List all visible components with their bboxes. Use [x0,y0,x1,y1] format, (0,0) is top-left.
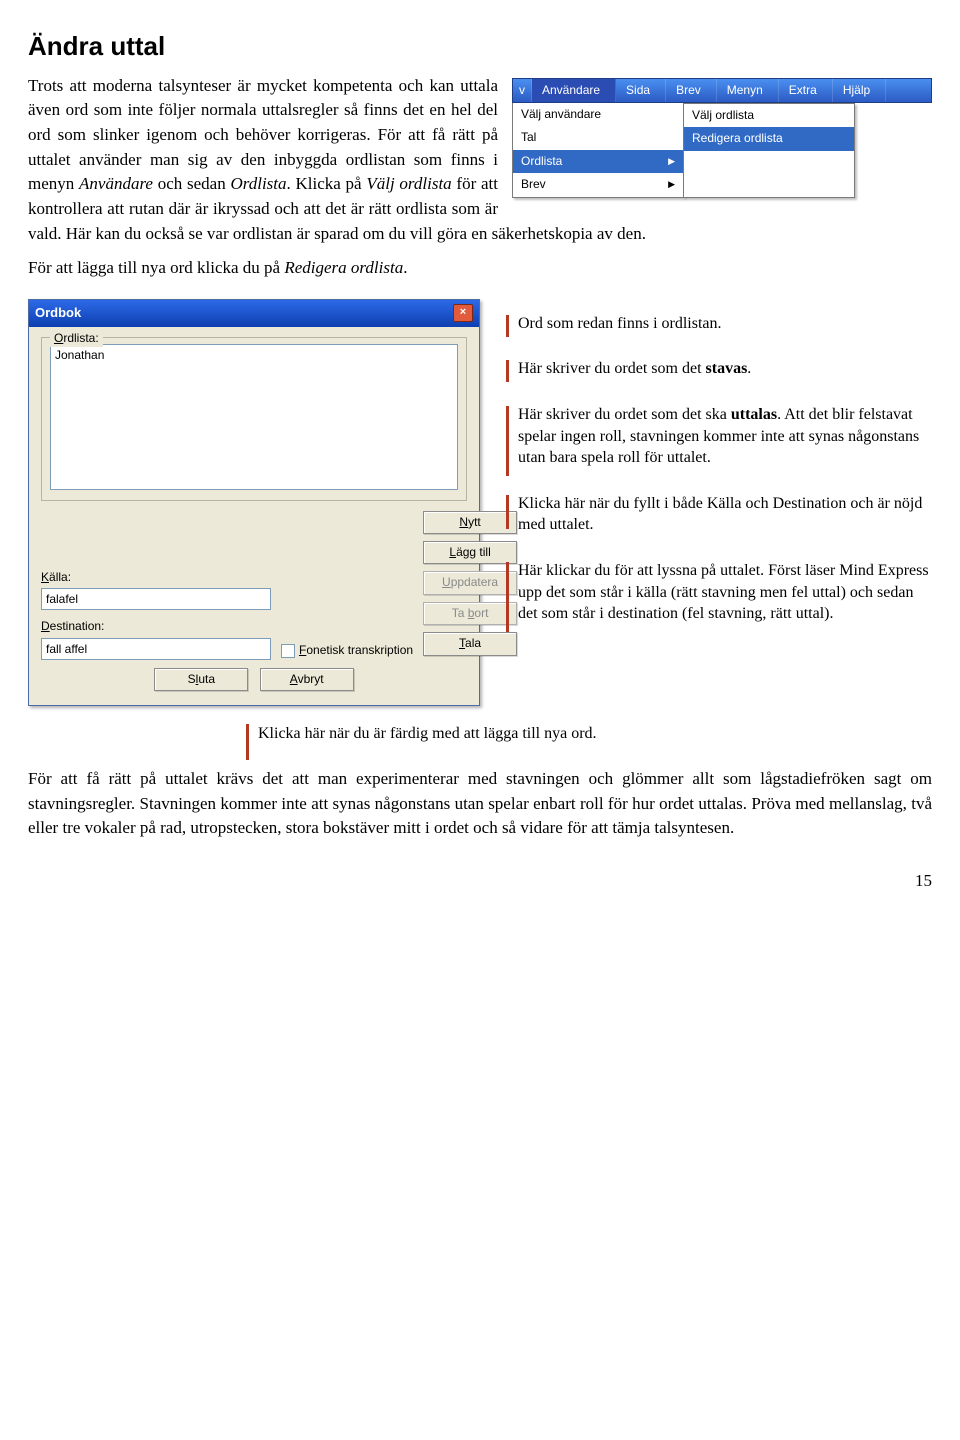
list-item[interactable]: Jonathan [55,347,453,364]
submenu-valj-ordlista[interactable]: Välj ordlista [684,104,854,127]
submenu-ordlista: Välj ordlista Redigera ordlista [683,103,855,198]
checkbox-icon [281,644,295,658]
callout-5: Här klickar du för att lyssna på uttalet… [506,560,932,625]
callout-4: Klicka här när du fyllt i både Källa och… [506,493,932,536]
destination-input[interactable]: fall affel [41,638,271,660]
dialog-titlebar: Ordbok × [29,300,479,327]
avbryt-button[interactable]: Avbryt [260,668,354,691]
menu-brev[interactable]: Brev [666,79,717,102]
menu-screenshot: v Användare Sida Brev Menyn Extra Hjälp … [512,78,932,198]
page-title: Ändra uttal [28,28,932,66]
group-ordlista: Ordlista: Jonathan [41,337,467,501]
callout-3: Här skriver du ordet som det ska uttalas… [506,404,932,469]
uppdatera-button[interactable]: Uppdatera [423,571,517,594]
callout-2: Här skriver du ordet som det stavas. [506,358,932,380]
chevron-right-icon: ▶ [668,178,675,191]
callout-below: Klicka här när du är färdig med att lägg… [246,722,932,745]
sluta-button[interactable]: Sluta [154,668,248,691]
paragraph-2: För att lägga till nya ord klicka du på … [28,256,932,281]
menu-sida[interactable]: Sida [616,79,666,102]
fonetisk-checkbox[interactable]: Fonetisk transkription [281,642,413,659]
dropdown-valj-anvandare[interactable]: Välj användare [513,103,683,126]
menu-menyn[interactable]: Menyn [717,79,779,102]
page-number: 15 [28,869,932,894]
chevron-right-icon: ▶ [668,155,675,168]
dropdown-tal[interactable]: Tal [513,126,683,149]
dropdown-ordlista[interactable]: Ordlista▶ [513,150,683,173]
group-ordlista-label: Ordlista: [50,330,103,347]
tabort-button[interactable]: Ta bort [423,602,517,625]
paragraph-3: För att få rätt på uttalet krävs det att… [28,767,932,841]
menubar: v Användare Sida Brev Menyn Extra Hjälp [512,78,932,103]
tala-button[interactable]: Tala [423,632,517,655]
dropdown-brev[interactable]: Brev▶ [513,173,683,196]
menu-extra[interactable]: Extra [779,79,833,102]
close-icon[interactable]: × [453,304,473,322]
callouts-column: Ord som redan finns i ordlistan. Här skr… [506,299,932,649]
dropdown-anvandare: Välj användare Tal Ordlista▶ Brev▶ [512,103,684,198]
destination-label: Destination: [41,618,271,635]
kalla-label: Källa: [41,569,271,586]
callout-1: Ord som redan finns i ordlistan. [506,313,932,335]
laggtill-button[interactable]: Lägg till [423,541,517,564]
kalla-input[interactable]: falafel [41,588,271,610]
submenu-redigera-ordlista[interactable]: Redigera ordlista [684,127,854,150]
nytt-button[interactable]: Nytt [423,511,517,534]
ordlista-listbox[interactable]: Jonathan [50,344,458,490]
menu-hjalp[interactable]: Hjälp [833,79,886,102]
dialog-title: Ordbok [35,304,81,323]
menu-v[interactable]: v [513,79,532,102]
ordbok-dialog: Ordbok × Ordlista: Jonathan Källa: falaf… [28,299,480,706]
menu-anvandare[interactable]: Användare [532,79,616,102]
